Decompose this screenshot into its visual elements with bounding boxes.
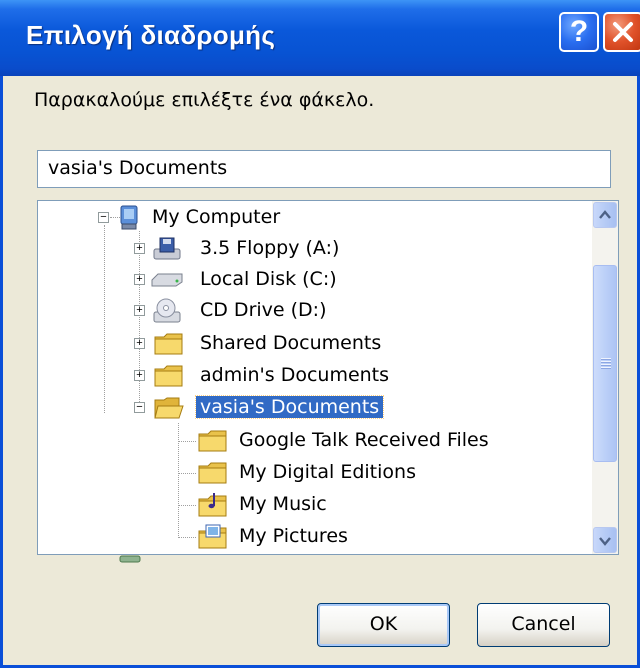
tree-item-label: My Pictures [239, 525, 348, 547]
cancel-button[interactable]: Cancel [477, 603, 610, 647]
expand-toggle[interactable]: + [134, 370, 145, 381]
title-bar[interactable]: Επιλογή διαδρομής ? [0, 0, 640, 76]
scrollbar-thumb[interactable] [593, 265, 617, 462]
tree-item-floppy[interactable]: + 3.5 Floppy (A:) [38, 234, 438, 264]
expand-toggle[interactable]: + [134, 305, 145, 316]
folder-icon [198, 462, 227, 484]
hard-disk-icon [151, 273, 183, 287]
tree-item-google-talk[interactable]: Google Talk Received Files [38, 426, 558, 456]
tree-item-label: My Digital Editions [239, 461, 416, 483]
folder-icon [154, 365, 183, 387]
tree-content: − My Computer + 3.5 Floppy (A:) + Local … [38, 201, 592, 554]
expand-toggle[interactable]: + [134, 274, 145, 285]
tree-item-local-disk[interactable]: + Local Disk (C:) [38, 265, 438, 295]
path-input[interactable]: vasia's Documents [37, 150, 611, 188]
folder-tree[interactable]: − My Computer + 3.5 Floppy (A:) + Local … [37, 200, 619, 555]
tree-item-label: Local Disk (C:) [200, 268, 337, 290]
collapse-toggle[interactable]: − [134, 402, 145, 413]
help-button[interactable]: ? [559, 12, 599, 52]
tree-item-shared-documents[interactable]: + Shared Documents [38, 329, 438, 359]
tree-item-digital-editions[interactable]: My Digital Editions [38, 458, 558, 488]
grip-icon [601, 358, 611, 370]
cd-drive-icon [153, 298, 181, 323]
tree-item-label: Google Talk Received Files [239, 429, 489, 451]
tree-item-label: My Music [239, 493, 327, 515]
folder-icon [154, 333, 183, 355]
tree-item-cd-drive[interactable]: + CD Drive (D:) [38, 296, 438, 326]
close-icon [613, 22, 633, 42]
scroll-down-button[interactable] [593, 527, 617, 553]
music-folder-icon [198, 493, 227, 517]
collapse-toggle[interactable]: − [98, 212, 109, 223]
expand-toggle[interactable]: + [134, 243, 145, 254]
computer-icon [120, 205, 138, 230]
tree-item-my-computer[interactable]: − My Computer [38, 203, 338, 233]
tree-item-my-pictures[interactable]: My Pictures [38, 522, 558, 552]
tree-item-label: admin's Documents [200, 364, 390, 386]
expand-toggle[interactable]: + [134, 338, 145, 349]
tree-item-label: CD Drive (D:) [200, 299, 327, 321]
chevron-up-icon [599, 210, 611, 219]
ok-button[interactable]: OK [317, 603, 450, 647]
tree-item-label: 3.5 Floppy (A:) [200, 237, 340, 259]
open-folder-icon [154, 397, 184, 419]
window-title: Επιλογή διαδρομής [26, 20, 276, 50]
close-button[interactable] [603, 12, 640, 52]
prompt-text: Παρακαλούμε επιλέξτε ένα φάκελο. [34, 89, 375, 111]
pictures-folder-icon [198, 524, 227, 549]
tree-item-label: vasia's Documents [194, 395, 385, 419]
tree-item-label: My Computer [152, 206, 281, 228]
chevron-down-icon [599, 537, 611, 546]
tree-item-my-music[interactable]: My Music [38, 490, 558, 520]
floppy-drive-icon [153, 237, 181, 260]
folder-icon [198, 430, 227, 452]
tree-item-admin-documents[interactable]: + admin's Documents [38, 361, 438, 391]
vertical-scrollbar[interactable] [592, 201, 618, 554]
help-icon: ? [569, 15, 589, 48]
network-icon [119, 555, 141, 563]
scroll-up-button[interactable] [593, 202, 617, 228]
tree-item-vasia-documents[interactable]: − vasia's Documents [38, 393, 438, 423]
tree-item-label: Shared Documents [200, 332, 382, 354]
